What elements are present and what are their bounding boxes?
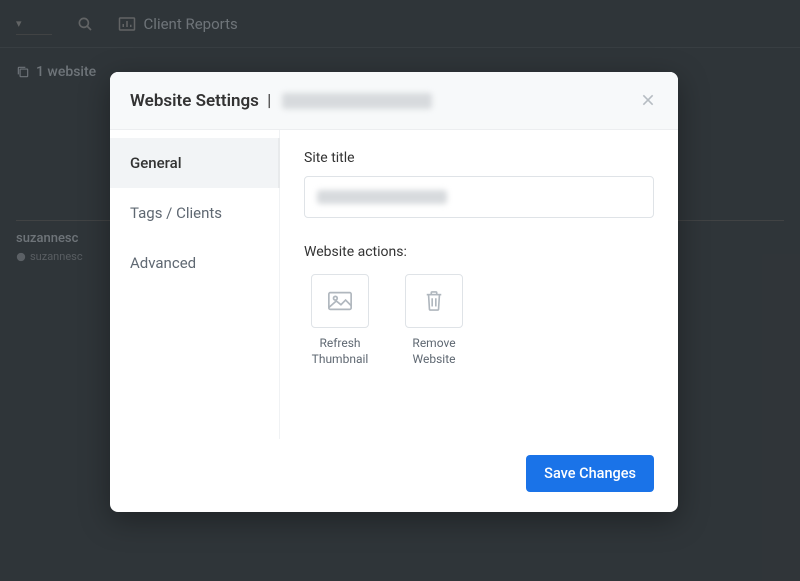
website-settings-modal: Website Settings | General Tags / Client… [110,72,678,512]
refresh-thumbnail-label: Refresh Thumbnail [304,336,376,367]
site-title-input[interactable] [304,176,654,218]
modal-title: Website Settings | [130,91,432,111]
modal-footer: Save Changes [110,439,678,512]
modal-header: Website Settings | [110,72,678,130]
site-title-label: Site title [304,150,654,166]
modal-title-site [282,93,432,109]
remove-website-label: Remove Website [398,336,470,367]
modal-title-separator: | [267,91,271,111]
remove-website-button[interactable]: Remove Website [398,274,470,367]
trash-icon [424,289,444,313]
image-icon [327,290,353,312]
settings-tabs: General Tags / Clients Advanced [110,130,280,439]
modal-body: General Tags / Clients Advanced Site tit… [110,130,678,439]
site-title-value [317,190,447,204]
refresh-thumbnail-button[interactable]: Refresh Thumbnail [304,274,376,367]
close-icon [640,92,656,108]
tab-general[interactable]: General [110,138,280,188]
tab-advanced[interactable]: Advanced [110,238,279,288]
website-actions-label: Website actions: [304,244,654,260]
general-panel: Site title Website actions: [280,130,678,439]
close-button[interactable] [634,86,662,114]
website-actions: Refresh Thumbnail Remove Website [304,274,654,367]
save-changes-button[interactable]: Save Changes [526,455,654,492]
tab-tags-clients[interactable]: Tags / Clients [110,188,279,238]
modal-title-prefix: Website Settings [130,91,259,111]
